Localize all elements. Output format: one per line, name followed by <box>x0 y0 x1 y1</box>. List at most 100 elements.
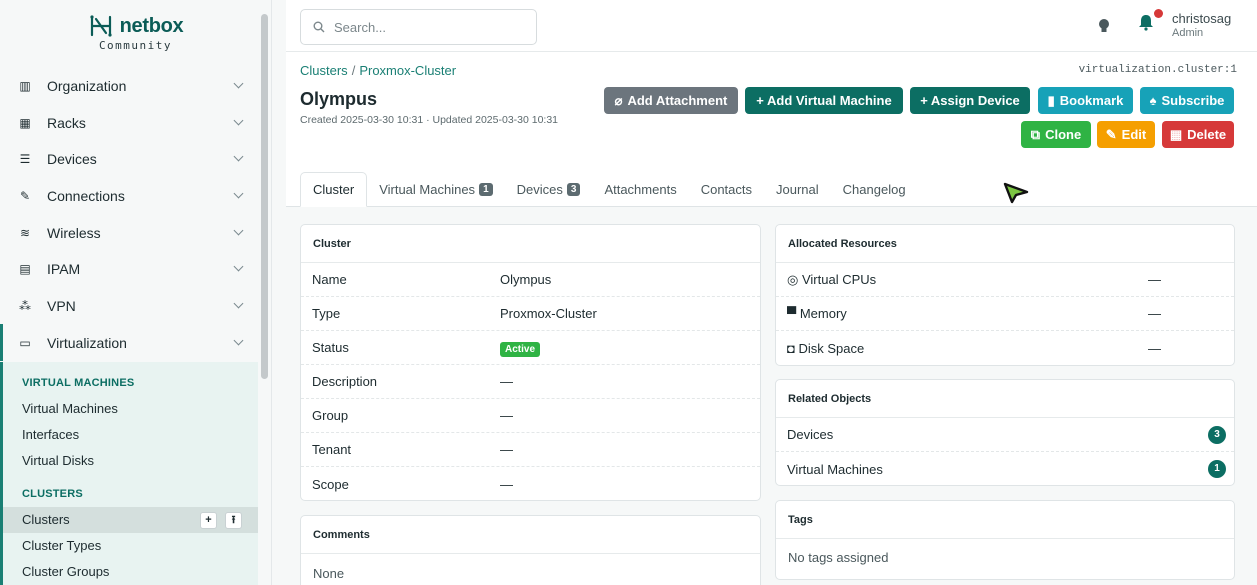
tab-devices[interactable]: Devices 3 <box>505 172 593 207</box>
resource-value: — <box>1148 306 1161 321</box>
count-badge: 1 <box>1208 460 1226 478</box>
submenu-link-virtual-machines[interactable]: Virtual Machines <box>22 401 118 416</box>
nav-ipam[interactable]: ▤ IPAM <box>0 250 256 287</box>
cluster-card: Cluster Name Olympus Type Proxmox-Cluster … <box>300 224 761 501</box>
submenu-link-clusters[interactable]: Clusters <box>22 512 70 527</box>
sidebar: netbox Community ▥ Organization ▦ Racks … <box>0 0 272 585</box>
tab-virtual-machines[interactable]: Virtual Machines 1 <box>367 172 504 207</box>
delete-button[interactable]: ▦ Delete <box>1162 121 1234 148</box>
subscribe-button[interactable]: ♠ Subscribe <box>1140 87 1234 114</box>
nav-label: Wireless <box>47 224 101 241</box>
server-icon: ☰ <box>19 151 31 166</box>
nav-label: Connections <box>47 187 125 204</box>
tab-label: Attachments <box>604 182 677 197</box>
user-name[interactable]: christosag <box>1172 11 1231 26</box>
brand-name: netbox <box>119 14 184 37</box>
object-identifier: virtualization.cluster:1 <box>1078 64 1237 76</box>
bell-icon: ♠ <box>1149 93 1157 108</box>
related-link[interactable]: Devices <box>787 427 833 442</box>
wifi-icon: ≋ <box>19 225 31 240</box>
submenu-link-cluster-groups[interactable]: Cluster Groups <box>22 564 109 579</box>
nav-label: Racks <box>47 114 86 131</box>
card-title: Related Objects <box>776 380 1234 418</box>
virtualization-submenu: VIRTUAL MACHINES Virtual Machines Interf… <box>0 362 258 585</box>
import-cluster-button[interactable]: ⭱ <box>225 512 242 529</box>
bell-icon[interactable] <box>1137 13 1155 31</box>
plug-icon: ✎ <box>19 188 31 203</box>
main-content: Clusters / Proxmox-Cluster virtualization.… <box>286 52 1257 585</box>
tab-cluster[interactable]: Cluster <box>300 172 368 207</box>
attr-value: — <box>500 442 513 457</box>
tags-empty-text: No tags assigned <box>788 550 889 565</box>
chevron-down-icon <box>233 261 244 272</box>
nav-virtualization[interactable]: ▭ Virtualization <box>0 324 256 361</box>
add-cluster-button[interactable]: + <box>200 512 217 529</box>
search-input[interactable]: Search... <box>300 9 537 45</box>
subscribe-label: Subscribe <box>1161 93 1225 108</box>
nav-label: VPN <box>47 297 76 314</box>
search-icon <box>313 21 325 33</box>
add-virtual-machine-button[interactable]: + Add Virtual Machine <box>745 87 903 114</box>
tab-changelog[interactable]: Changelog <box>831 172 918 207</box>
attr-row-name: Name Olympus <box>301 263 760 297</box>
harddisk-icon: ◘ <box>787 340 795 356</box>
nav-vpn[interactable]: ⁂ VPN <box>0 287 256 324</box>
related-objects-card: Related Objects Devices 3 Virtual Machine… <box>775 379 1235 486</box>
resource-row-cpus: ◎ Virtual CPUs — <box>776 263 1234 297</box>
attr-key: Group <box>312 408 349 423</box>
nav-wireless[interactable]: ≋ Wireless <box>0 214 256 251</box>
brand-edition: Community <box>98 38 173 52</box>
submenu-link-interfaces[interactable]: Interfaces <box>22 427 79 442</box>
attr-key: Type <box>312 306 341 321</box>
breadcrumb-current[interactable]: Proxmox-Cluster <box>359 63 456 78</box>
nav-organization[interactable]: ▥ Organization <box>0 67 256 104</box>
sidebar-scrollbar[interactable] <box>261 14 268 379</box>
nav-label: Virtualization <box>47 334 127 351</box>
nav-connections[interactable]: ✎ Connections <box>0 177 256 214</box>
count-badge: 3 <box>1208 425 1226 444</box>
add-attachment-button[interactable]: ⌀ Add Attachment <box>604 87 738 114</box>
related-row-devices[interactable]: Devices 3 <box>776 418 1234 452</box>
paperclip-icon: ⌀ <box>614 92 623 108</box>
object-timestamps: Created 2025-03-30 10:31 · Updated 2025-… <box>300 114 559 126</box>
rack-icon: ▦ <box>19 115 31 130</box>
bookmark-button[interactable]: ▮ Bookmark <box>1038 87 1133 114</box>
resource-value: — <box>1148 340 1161 356</box>
brand[interactable]: netbox Community <box>0 0 271 64</box>
breadcrumb-separator: / <box>351 63 356 78</box>
comments-card: Comments None <box>300 515 761 585</box>
resource-label: Disk Space <box>798 340 865 356</box>
related-row-virtual-machines[interactable]: Virtual Machines 1 <box>776 452 1234 485</box>
submenu-link-virtual-disks[interactable]: Virtual Disks <box>22 453 94 468</box>
resource-label: Memory <box>799 306 847 321</box>
edit-label: Edit <box>1121 127 1147 142</box>
tab-journal[interactable]: Journal <box>764 172 831 207</box>
tab-label: Devices <box>516 182 563 197</box>
clone-button[interactable]: ⧉ Clone <box>1021 121 1091 148</box>
resource-row-disk: ◘ Disk Space — <box>776 331 1234 365</box>
assign-device-button[interactable]: + Assign Device <box>910 87 1030 114</box>
breadcrumb-parent[interactable]: Clusters <box>300 63 348 78</box>
clone-label: Clone <box>1045 127 1082 142</box>
search-placeholder: Search... <box>334 19 387 35</box>
attr-row-status: Status Active <box>301 331 760 365</box>
tab-label: Cluster <box>313 182 355 197</box>
submenu-heading-clusters: CLUSTERS <box>22 488 83 500</box>
bookmark-label: Bookmark <box>1059 93 1124 108</box>
tab-attachments[interactable]: Attachments <box>592 172 688 207</box>
attr-key: Scope <box>312 476 349 492</box>
edit-button[interactable]: ✎ Edit <box>1097 121 1155 148</box>
cpu-icon: ◎ <box>787 271 799 287</box>
notification-dot <box>1154 9 1163 18</box>
nav-devices[interactable]: ☰ Devices <box>0 140 256 177</box>
related-link[interactable]: Virtual Machines <box>787 462 883 477</box>
netbox-logo[interactable]: netbox <box>88 15 184 38</box>
tab-count-badge: 1 <box>479 183 493 196</box>
nav-racks[interactable]: ▦ Racks <box>0 104 256 141</box>
tab-contacts[interactable]: Contacts <box>689 172 764 207</box>
chevron-down-icon <box>233 298 244 309</box>
cluster-type-link[interactable]: Proxmox-Cluster <box>500 306 597 321</box>
lightbulb-icon[interactable] <box>1098 18 1110 34</box>
counter-icon: ▤ <box>19 261 31 276</box>
submenu-link-cluster-types[interactable]: Cluster Types <box>22 538 101 553</box>
